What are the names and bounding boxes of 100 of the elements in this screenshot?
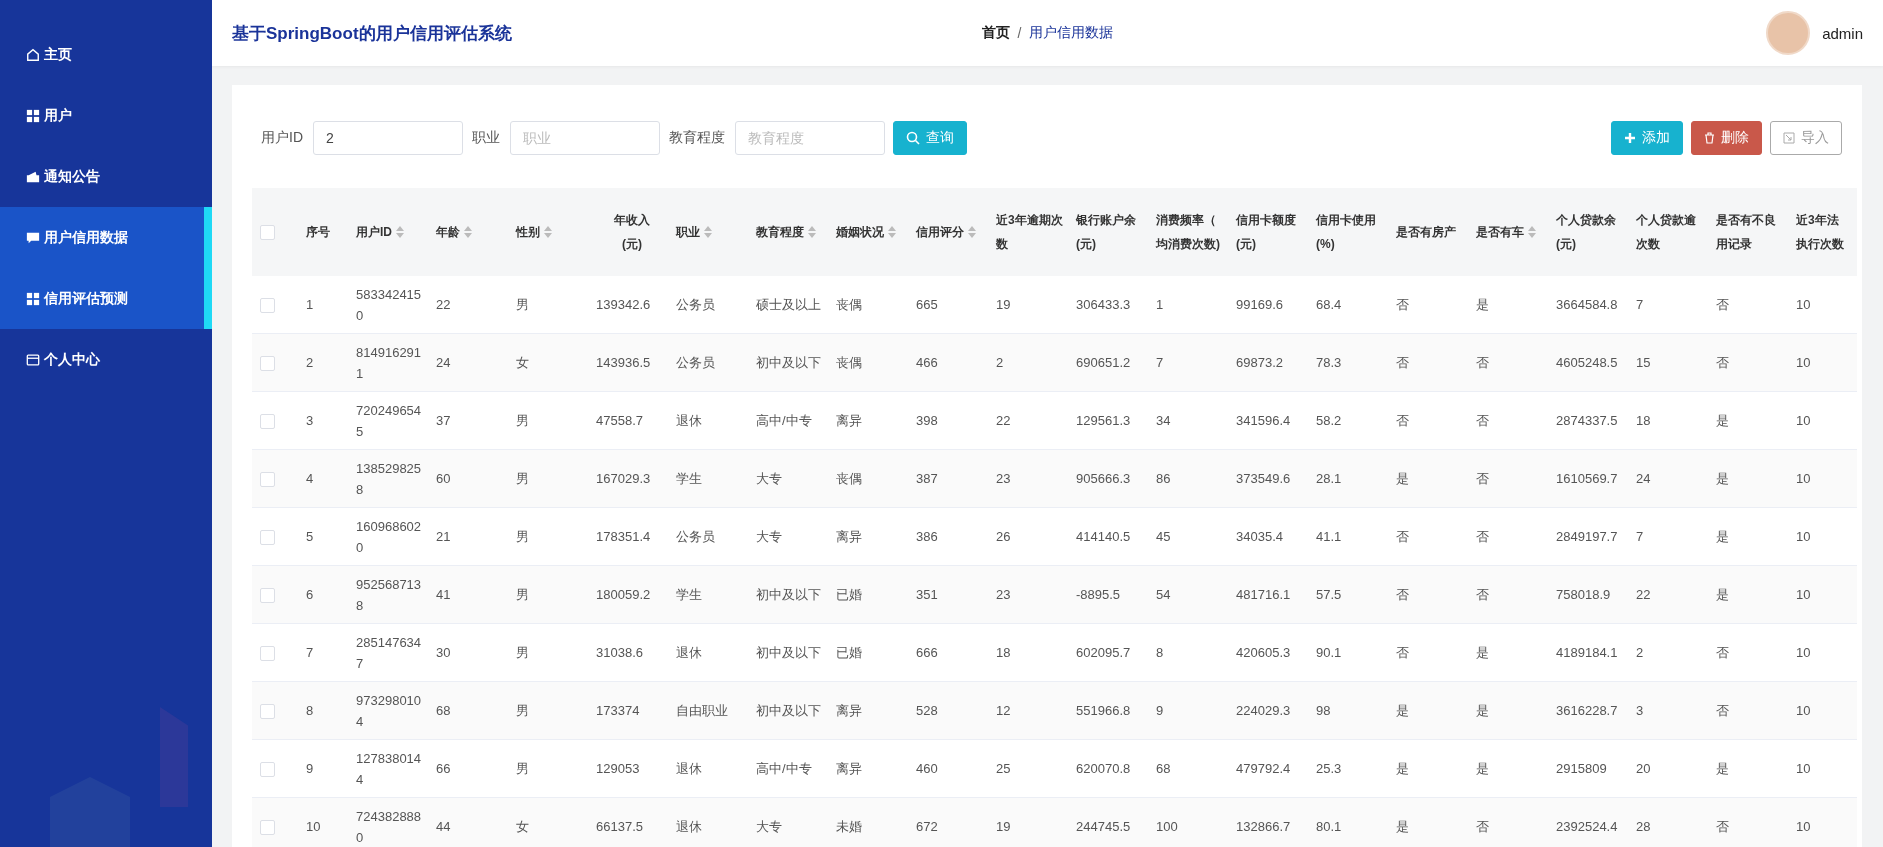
breadcrumb-separator: / <box>1017 25 1022 41</box>
column-header: 是否有房产 <box>1396 224 1456 241</box>
column-header[interactable]: 职业 <box>676 220 700 244</box>
grid-icon <box>26 108 40 123</box>
table-cell: 10 <box>1796 819 1811 834</box>
sort-icon[interactable] <box>396 226 404 238</box>
column-header[interactable]: 教育程度 <box>756 220 804 244</box>
table-cell: 34035.4 <box>1236 529 1283 544</box>
column-header[interactable]: 婚姻状况 <box>836 220 884 244</box>
column-header[interactable]: 年龄 <box>436 220 460 244</box>
table-cell: 37 <box>436 413 451 428</box>
table-cell: 180059.2 <box>596 587 651 602</box>
table-cell: 19 <box>996 297 1011 312</box>
row-checkbox[interactable] <box>260 703 275 719</box>
table-cell: 4605248.5 <box>1556 355 1618 370</box>
app-title: 基于SpringBoot的用户信用评估系统 <box>232 22 513 45</box>
row-checkbox[interactable] <box>260 761 275 777</box>
sidebar-item[interactable]: 主页 <box>0 24 212 85</box>
sort-icon[interactable] <box>968 226 976 238</box>
filter-input[interactable]: 2 <box>313 121 463 155</box>
table-cell: 41 <box>436 587 451 602</box>
sidebar-item[interactable]: 个人中心 <box>0 329 212 390</box>
sidebar-item[interactable]: 通知公告 <box>0 146 212 207</box>
table-cell: 420605.3 <box>1236 645 1291 660</box>
row-checkbox[interactable] <box>260 413 275 429</box>
row-checkbox[interactable] <box>260 645 275 661</box>
table-cell: 男 <box>516 412 529 428</box>
select-all-checkbox[interactable] <box>260 224 275 240</box>
table-cell: 初中及以下 <box>756 354 821 370</box>
table-cell: 是 <box>1476 296 1489 312</box>
column-header: 年收入 (元) <box>614 212 650 253</box>
table-cell: 28 <box>1636 819 1651 834</box>
table-cell: 是 <box>1476 702 1489 718</box>
column-header: 个人贷款余 (元) <box>1556 212 1616 253</box>
table-cell: 24 <box>436 355 451 370</box>
row-checkbox[interactable] <box>260 587 275 603</box>
table-cell: 2874337.5 <box>1556 413 1618 428</box>
table-cell: 173374 <box>596 703 640 718</box>
table-cell: 离异 <box>836 528 862 544</box>
sort-icon[interactable] <box>544 226 552 238</box>
sidebar-item[interactable]: 信用评估预测 <box>0 268 212 329</box>
table-cell: 10 <box>1796 297 1811 312</box>
sort-icon[interactable] <box>888 226 896 238</box>
column-header: 银行账户余 (元) <box>1076 212 1136 253</box>
row-checkbox[interactable] <box>260 297 275 313</box>
sidebar-item[interactable]: 用户信用数据 <box>0 207 212 268</box>
table-cell: 100 <box>1156 819 1178 834</box>
table-cell: 466 <box>916 355 938 370</box>
sort-icon[interactable] <box>808 226 816 238</box>
table-cell: 758018.9 <box>1556 587 1611 602</box>
table-cell: 否 <box>1716 818 1729 834</box>
table-cell: 丧偶 <box>836 296 862 312</box>
table-cell: 99169.6 <box>1236 297 1283 312</box>
table-cell: 退休 <box>676 644 702 660</box>
filter-input[interactable]: 教育程度 <box>735 121 885 155</box>
table-cell: 学生 <box>676 470 702 486</box>
table-cell: 25 <box>996 761 1011 776</box>
user-name: admin <box>1822 24 1863 42</box>
table-cell: 否 <box>1396 644 1409 660</box>
table-cell: 男 <box>516 644 529 660</box>
table-cell: 306433.3 <box>1076 297 1131 312</box>
table-cell: 551966.8 <box>1076 703 1131 718</box>
row-checkbox[interactable] <box>260 355 275 371</box>
sort-icon[interactable] <box>464 226 472 238</box>
filter-input[interactable]: 职业 <box>510 121 660 155</box>
table-cell: 是 <box>1396 702 1409 718</box>
column-header[interactable]: 性别 <box>516 220 540 244</box>
filter-label: 教育程度 <box>669 129 725 147</box>
table-cell: 5 <box>306 529 314 544</box>
row-checkbox[interactable] <box>260 471 275 487</box>
table-cell: 否 <box>1716 644 1729 660</box>
row-checkbox[interactable] <box>260 819 275 835</box>
table-cell: 15 <box>1636 355 1651 370</box>
table-cell: 41.1 <box>1316 529 1342 544</box>
table-cell: 905666.3 <box>1076 471 1131 486</box>
table-cell: 是 <box>1716 586 1729 602</box>
breadcrumb-item[interactable]: 首页 <box>981 24 1010 42</box>
table-cell: 初中及以下 <box>756 586 821 602</box>
avatar[interactable] <box>1766 11 1811 55</box>
table-cell: 26 <box>996 529 1011 544</box>
sort-icon[interactable] <box>1528 226 1536 238</box>
row-checkbox[interactable] <box>260 529 275 545</box>
table-cell: 68.4 <box>1316 297 1342 312</box>
column-header[interactable]: 是否有车 <box>1476 220 1524 244</box>
table-cell: 620070.8 <box>1076 761 1131 776</box>
column-header[interactable]: 用户ID <box>356 220 392 244</box>
table-cell: 男 <box>516 586 529 602</box>
table-cell: 否 <box>1476 470 1489 486</box>
table-cell: 47558.7 <box>596 413 643 428</box>
table-cell: 男 <box>516 470 529 486</box>
table-cell: 否 <box>1476 412 1489 428</box>
delete-button[interactable]: 删除 <box>1691 121 1762 155</box>
column-header[interactable]: 信用评分 <box>916 220 964 244</box>
table-cell: 414140.5 <box>1076 529 1131 544</box>
table-cell: 479792.4 <box>1236 761 1291 776</box>
sort-icon[interactable] <box>704 226 712 238</box>
sidebar-item[interactable]: 用户 <box>0 85 212 146</box>
table-cell-text: 5833424150 <box>356 285 423 325</box>
table-cell: 否 <box>1716 354 1729 370</box>
table-cell: 224029.3 <box>1236 703 1291 718</box>
